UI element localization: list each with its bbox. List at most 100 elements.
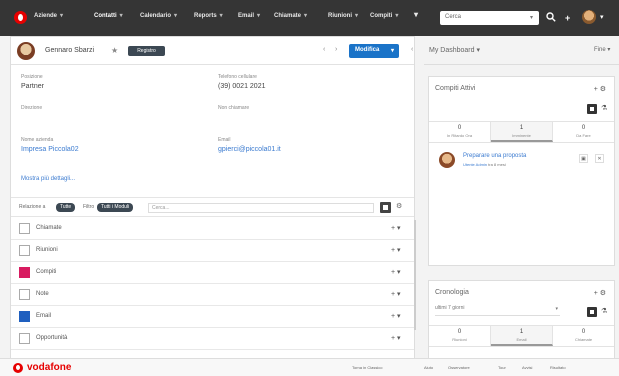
footer-link-tour[interactable]: Tour <box>498 365 506 370</box>
footer-link-osservatore[interactable]: Osservatore <box>448 365 470 370</box>
opportunities-icon <box>19 333 30 344</box>
dashlet-actions[interactable]: + ⚙ <box>594 289 606 297</box>
meetings-icon <box>19 245 30 256</box>
divider <box>424 64 619 65</box>
tab-email[interactable]: 1 Email <box>491 326 553 346</box>
plus-icon[interactable]: + <box>565 12 570 24</box>
nav-item-aziende[interactable]: Aziende ▾ <box>34 12 63 24</box>
nav-item-compiti[interactable]: Compiti ▾ <box>370 12 398 24</box>
chevron-down-icon[interactable]: ▾ <box>600 12 604 24</box>
subpanel-search-input[interactable]: Cerca... <box>148 203 374 213</box>
related-label: Relazione a <box>19 204 46 210</box>
nav-item-riunioni[interactable]: Riunioni ▾ <box>328 12 358 24</box>
tab-chiamate[interactable]: 0 Chiamate <box>553 326 614 346</box>
footer-link-classico[interactable]: Torna in Classico <box>352 365 382 370</box>
subpanel-actions[interactable]: + ▾ <box>391 334 401 342</box>
chevron-down-icon[interactable]: ▾ <box>391 47 394 54</box>
dashboard-sidebar: My Dashboard ▾ Fine ▾ Compiti Attivi + ⚙… <box>424 36 619 371</box>
subpanel-row-opportunita[interactable]: Opportunità + ▾ <box>11 328 414 350</box>
field-label-direzione: Direzione <box>21 105 43 111</box>
field-value-telefono[interactable]: (39) 0021 2021 <box>218 83 265 90</box>
notes-icon <box>19 289 30 300</box>
brand-name: vodafone <box>27 362 72 373</box>
task-edit-icon[interactable]: ▣ <box>579 154 588 163</box>
subpanel-row-chiamate[interactable]: Chiamate + ▾ <box>11 218 414 240</box>
subpanel-actions[interactable]: + ▾ <box>391 246 401 254</box>
footer-link-aiuto[interactable]: Aiuto <box>424 365 433 370</box>
subpanel-actions[interactable]: + ▾ <box>391 290 401 298</box>
search-icon[interactable] <box>546 12 556 25</box>
user-avatar[interactable] <box>582 10 596 24</box>
next-record-icon[interactable]: › <box>335 46 337 53</box>
period-select[interactable]: ultimi 7 giorni ▾ <box>435 305 560 316</box>
field-value-nome-azienda[interactable]: Impresa Piccola02 <box>21 146 79 153</box>
list-view-icon[interactable] <box>380 202 391 213</box>
dashlet-actions[interactable]: + ⚙ <box>594 85 606 93</box>
subpanel-actions[interactable]: + ▾ <box>391 224 401 232</box>
vodafone-logo-icon[interactable] <box>14 11 27 24</box>
subpanel-actions[interactable]: + ▾ <box>391 312 401 320</box>
dashboard-title[interactable]: My Dashboard ▾ <box>429 46 480 54</box>
more-menu-chevron-icon[interactable]: ▾ <box>414 10 418 22</box>
edit-button[interactable]: Modifica ▾ <box>349 44 399 58</box>
show-more-link[interactable]: Mostra più dettagli... <box>21 176 75 182</box>
tab-imminente[interactable]: 1 Imminente <box>491 122 553 142</box>
related-filter-pill[interactable]: Tutte <box>56 203 76 212</box>
previous-record-icon[interactable]: ‹ <box>323 46 325 53</box>
settings-icon[interactable]: ⚙ <box>396 202 402 210</box>
subpanel-row-email[interactable]: Email + ▾ <box>11 306 414 328</box>
field-label-email: Email <box>218 137 231 143</box>
dashboard-done-button[interactable]: Fine ▾ <box>594 46 610 53</box>
subpanel-row-riunioni[interactable]: Riunioni + ▾ <box>11 240 414 262</box>
field-label-nome-azienda: Nome azienda <box>21 137 54 143</box>
subpanel-row-note[interactable]: Note + ▾ <box>11 284 414 306</box>
subpanel-actions[interactable]: + ▾ <box>391 268 401 276</box>
nav-item-email[interactable]: Email ▾ <box>238 12 260 24</box>
record-name: Gennaro Sbarzi <box>45 47 95 54</box>
chevron-down-icon: ▾ <box>119 13 123 19</box>
field-label-posizione: Posizione <box>21 74 43 80</box>
record-header: Gennaro Sbarzi ★ Registro ‹ › Modifica ▾… <box>11 37 414 65</box>
task-user-avatar <box>439 152 455 168</box>
filter-icon[interactable]: ⚗ <box>601 307 607 315</box>
email-icon <box>19 311 30 322</box>
filter-icon[interactable]: ⚗ <box>601 104 607 112</box>
sidebar-toggle-icon[interactable]: ‹ <box>411 46 413 53</box>
footer-link-avvisi[interactable]: Avvisi <box>522 365 532 370</box>
timeline-dashlet: Cronologia + ⚙ ultimi 7 giorni ▾ ⚗ 0 Riun… <box>428 280 615 360</box>
scrollbar[interactable] <box>414 220 416 330</box>
task-close-icon[interactable]: ✕ <box>595 154 604 163</box>
task-title-link[interactable]: Preparare una proposta <box>463 153 526 159</box>
chevron-down-icon: ▾ <box>174 13 178 19</box>
nav-item-chiamate[interactable]: Chiamate ▾ <box>274 12 307 24</box>
record-tag-badge: Registro <box>128 46 165 56</box>
chevron-down-icon[interactable]: ▾ <box>530 14 533 21</box>
footer-link-risultato[interactable]: Risultato <box>550 365 566 370</box>
module-filter-pill[interactable]: Tutti i Moduli <box>97 203 134 212</box>
chevron-down-icon: ▾ <box>395 13 399 19</box>
list-view-icon[interactable] <box>587 104 597 114</box>
field-value-email[interactable]: gpierci@piccola01.it <box>218 146 281 153</box>
tasks-icon <box>19 267 30 278</box>
tab-riunioni[interactable]: 0 Riunioni <box>429 326 491 346</box>
subpanel-label: Opportunità <box>36 335 68 341</box>
chevron-down-icon: ▾ <box>355 13 359 19</box>
favorite-star-icon[interactable]: ★ <box>111 46 118 55</box>
chevron-down-icon[interactable]: ▾ <box>555 306 558 312</box>
subpanel-label: Email <box>36 313 52 319</box>
nav-item-calendario[interactable]: Calendario ▾ <box>140 12 177 24</box>
field-value-posizione[interactable]: Partner <box>21 83 44 90</box>
list-view-icon[interactable] <box>587 307 597 317</box>
contact-avatar <box>17 42 35 60</box>
nav-item-contatti[interactable]: Contatti ▾ <box>94 12 123 24</box>
global-search-input[interactable]: Cerca ▾ <box>440 11 539 25</box>
filter-label: Filtro <box>83 204 95 210</box>
subpanel-label: Chiamate <box>36 225 62 231</box>
subpanel-row-compiti[interactable]: Compiti + ▾ <box>11 262 414 284</box>
tab-in-ritardo[interactable]: 0 In Ritardo Ora <box>429 122 491 142</box>
tasks-tabs: 0 In Ritardo Ora 1 Imminente 0 Da Fare <box>429 121 614 143</box>
dashlet-title: Compiti Attivi <box>435 85 476 92</box>
nav-item-reports[interactable]: Reports ▾ <box>194 12 223 24</box>
tab-da-fare[interactable]: 0 Da Fare <box>553 122 614 142</box>
top-navigation-bar: Aziende ▾ Contatti ▾ Calendario ▾ Reports ▾ … <box>0 0 619 36</box>
